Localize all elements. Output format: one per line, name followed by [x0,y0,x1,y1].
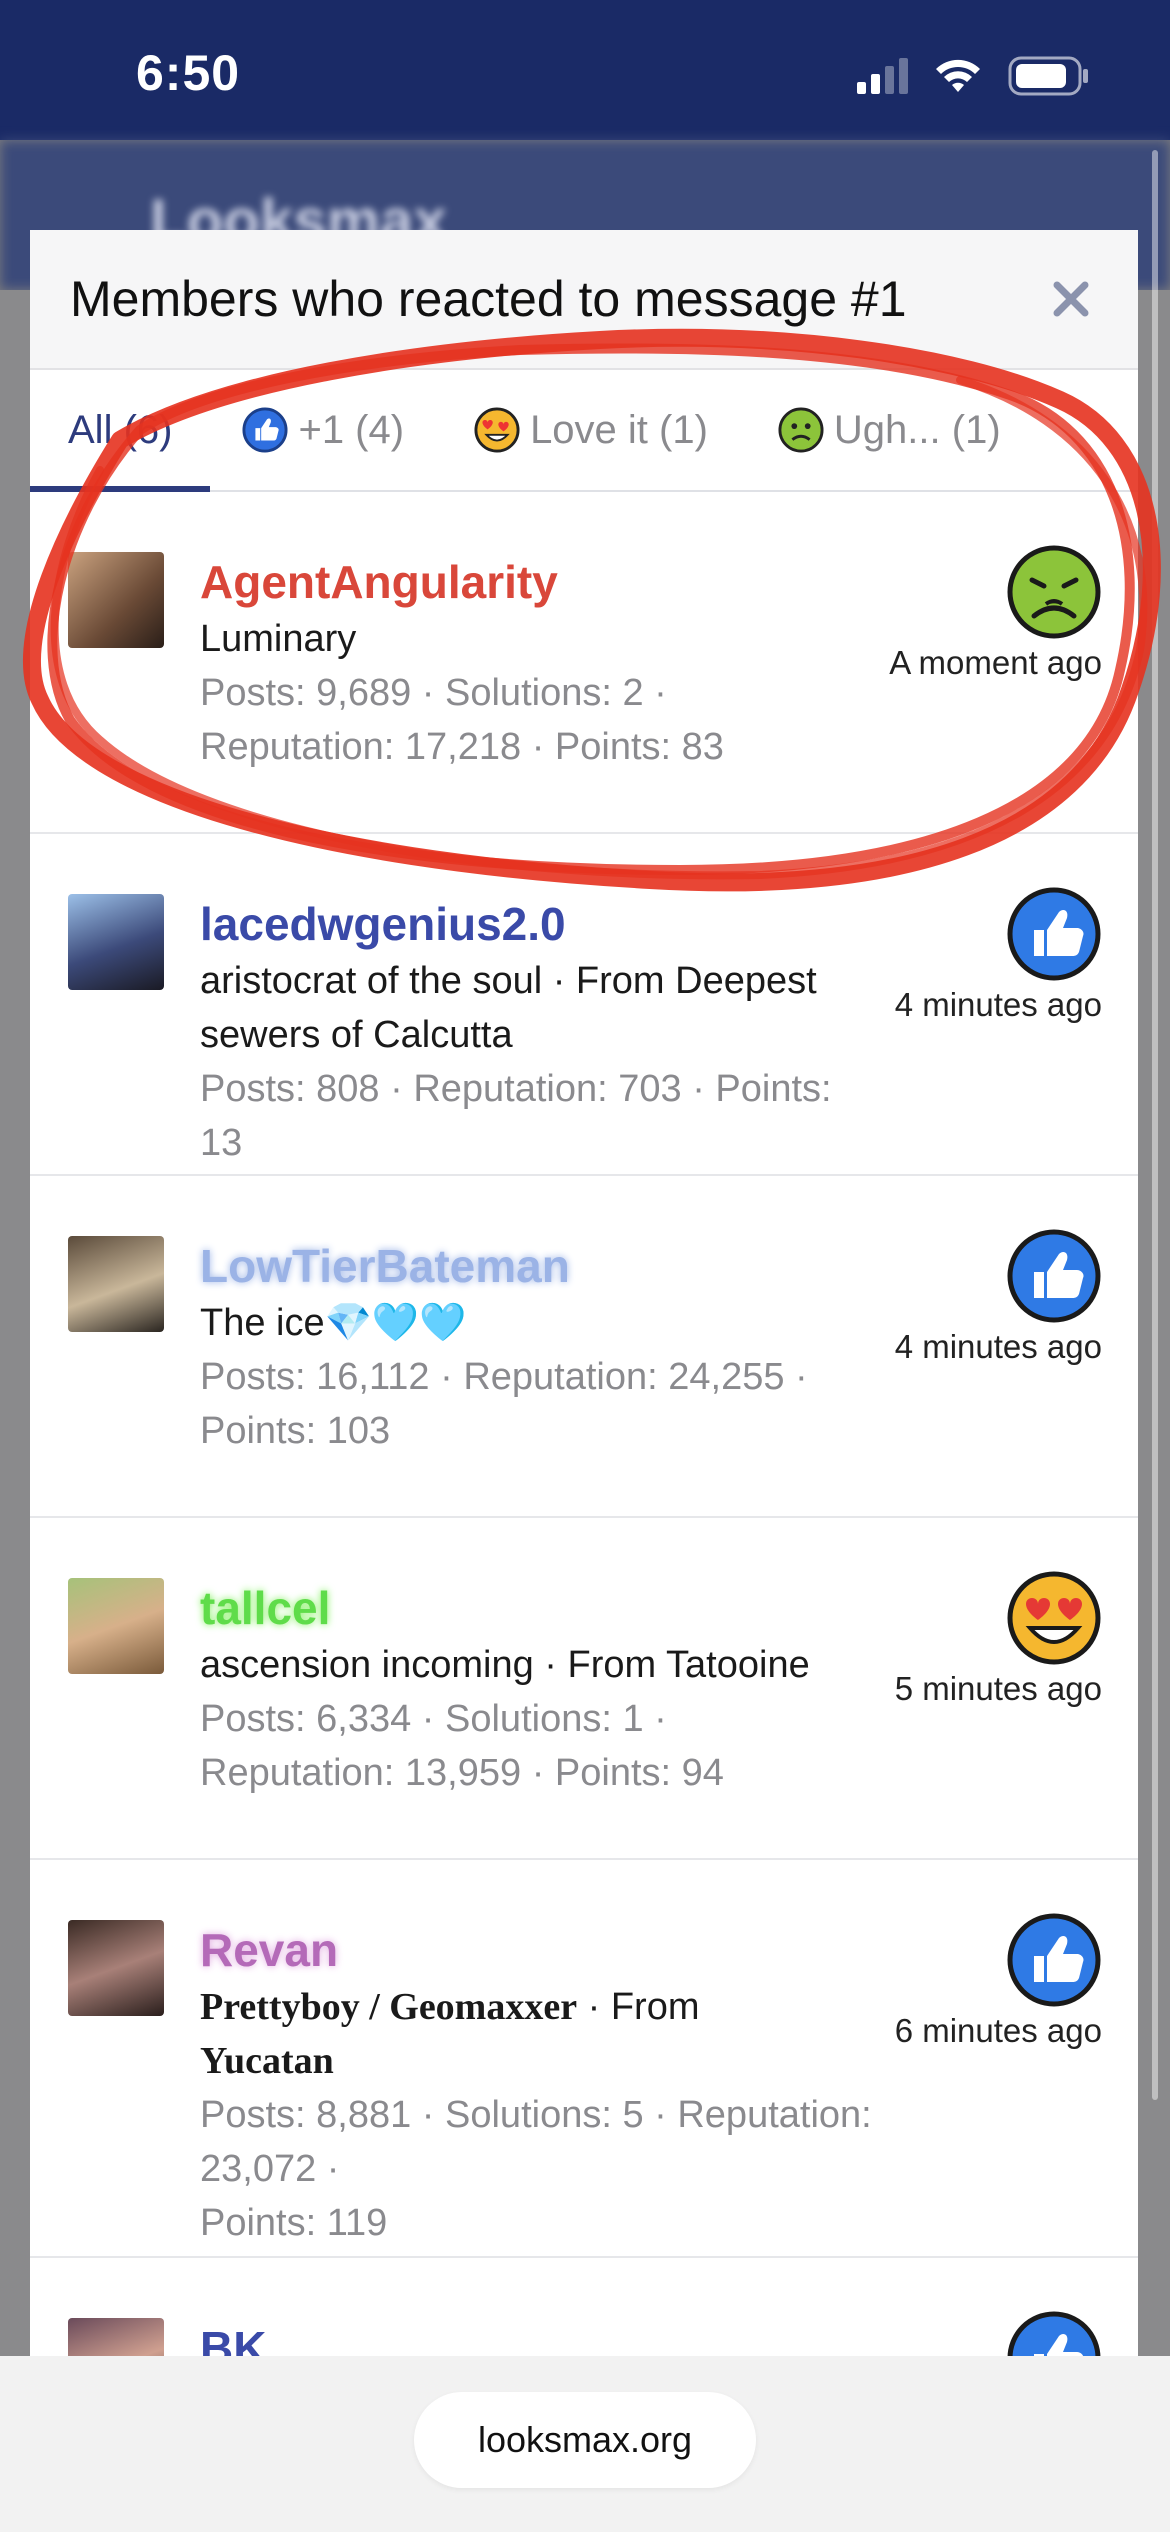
tab-ugh[interactable]: Ugh... (1) [778,370,1001,490]
member-row[interactable]: Revan Prettyboy / Geomaxxer · From Yucat… [30,1860,1138,2258]
member-name[interactable]: AgentAngularity [200,552,880,612]
status-bar: 6:50 [0,0,1170,140]
member-name[interactable]: tallcel [200,1578,880,1638]
tab-plus-one-label: +1 (4) [298,407,405,452]
nauseated-icon [778,407,824,453]
member-stats: Posts: 808 · Reputation: 703 · Points: 1… [200,1068,832,1164]
member-row[interactable]: AgentAngularity Luminary Posts: 9,689 · … [30,492,1138,834]
member-stats: Posts: 6,334 · Solutions: 1 · [200,1698,667,1740]
thumbs-up-icon [1007,1913,1101,2007]
signal-icon [857,58,908,94]
heart-eyes-icon [1007,1571,1101,1665]
member-row[interactable]: tallcel ascension incoming · From Tatooi… [30,1518,1138,1860]
close-button[interactable] [1046,274,1096,324]
reaction-time: A moment ago [889,644,1102,681]
modal-header: Members who reacted to message #1 [30,230,1138,370]
close-icon [1053,281,1089,317]
url-bar[interactable]: looksmax.org [414,2392,756,2488]
avatar[interactable] [68,2318,164,2360]
member-row[interactable]: BK [30,2258,1138,2360]
member-title-cont: sewers of Calcutta [200,1014,513,1056]
member-name[interactable]: BK [200,2318,880,2360]
member-title: aristocrat of the soul · From Deepest [200,960,817,1002]
wifi-icon [934,58,982,94]
reaction-tabs: All (6) +1 (4) Love it (1) Ugh... (1) [30,370,1138,492]
avatar[interactable] [68,894,164,990]
reaction-time: 4 minutes ago [894,986,1102,1023]
member-title-cont: Yucatan [200,2040,334,2082]
browser-bottom-bar: looksmax.org [0,2356,1170,2532]
avatar[interactable] [68,1578,164,1674]
avatar[interactable] [68,552,164,648]
member-name[interactable]: Revan [200,1920,880,1980]
reaction-time: 6 minutes ago [894,2012,1102,2049]
tab-plus-one[interactable]: +1 (4) [242,370,404,490]
thumbs-up-icon [1007,1229,1101,1323]
thumbs-up-icon [242,407,288,453]
member-title: Luminary [200,618,357,660]
reactions-modal: Members who reacted to message #1 All (6… [30,230,1138,2360]
url-domain: looksmax.org [477,2419,693,2460]
tab-love-it[interactable]: Love it (1) [474,370,708,490]
member-list: AgentAngularity Luminary Posts: 9,689 · … [30,492,1138,2360]
member-stats: Posts: 8,881 · Solutions: 5 · Reputation… [200,2094,872,2190]
scroll-indicator [1152,150,1158,2100]
thumbs-up-icon [1007,2311,1101,2360]
heart-eyes-icon [474,407,520,453]
member-stats: Reputation: 13,959 · Points: 94 [200,1752,724,1794]
tab-all-label: All (6) [68,407,173,452]
nauseated-icon [1007,545,1101,639]
member-stats: Points: 103 [200,1410,391,1452]
status-time: 6:50 [136,45,241,101]
avatar[interactable] [68,1236,164,1332]
reaction-time: 5 minutes ago [894,1670,1102,1707]
member-stats: Points: 119 [200,2202,388,2244]
tab-ugh-label: Ugh... (1) [833,407,1001,452]
reaction-time: 4 minutes ago [894,1328,1102,1365]
member-name[interactable]: lacedwgenius2.0 [200,894,880,954]
tab-love-it-label: Love it (1) [530,407,708,452]
member-title-bold: Prettyboy / Geomaxxer [200,1986,578,2028]
tab-all[interactable]: All (6) [30,370,212,492]
member-title: Prettyboy / Geomaxxer · From [200,1980,880,2034]
member-title: ascension incoming · From Tatooine [200,1644,810,1686]
member-row[interactable]: lacedwgenius2.0 aristocrat of the soul ·… [30,834,1138,1176]
member-title-from: · From [577,1986,700,2028]
thumbs-up-icon [1007,887,1101,981]
avatar[interactable] [68,1920,164,2016]
member-stats: Posts: 9,689 · Solutions: 2 · [200,672,667,714]
member-stats: Posts: 16,112 · Reputation: 24,255 · [200,1356,808,1398]
modal-title: Members who reacted to message #1 [70,271,907,327]
member-stats: Reputation: 17,218 · Points: 83 [200,726,724,768]
member-title: The ice💎🩵🩵 [200,1302,467,1344]
member-name[interactable]: LowTierBateman [200,1236,880,1296]
status-icons [857,56,1090,96]
member-row[interactable]: LowTierBateman The ice💎🩵🩵 Posts: 16,112 … [30,1176,1138,1518]
battery-icon [1008,56,1090,96]
